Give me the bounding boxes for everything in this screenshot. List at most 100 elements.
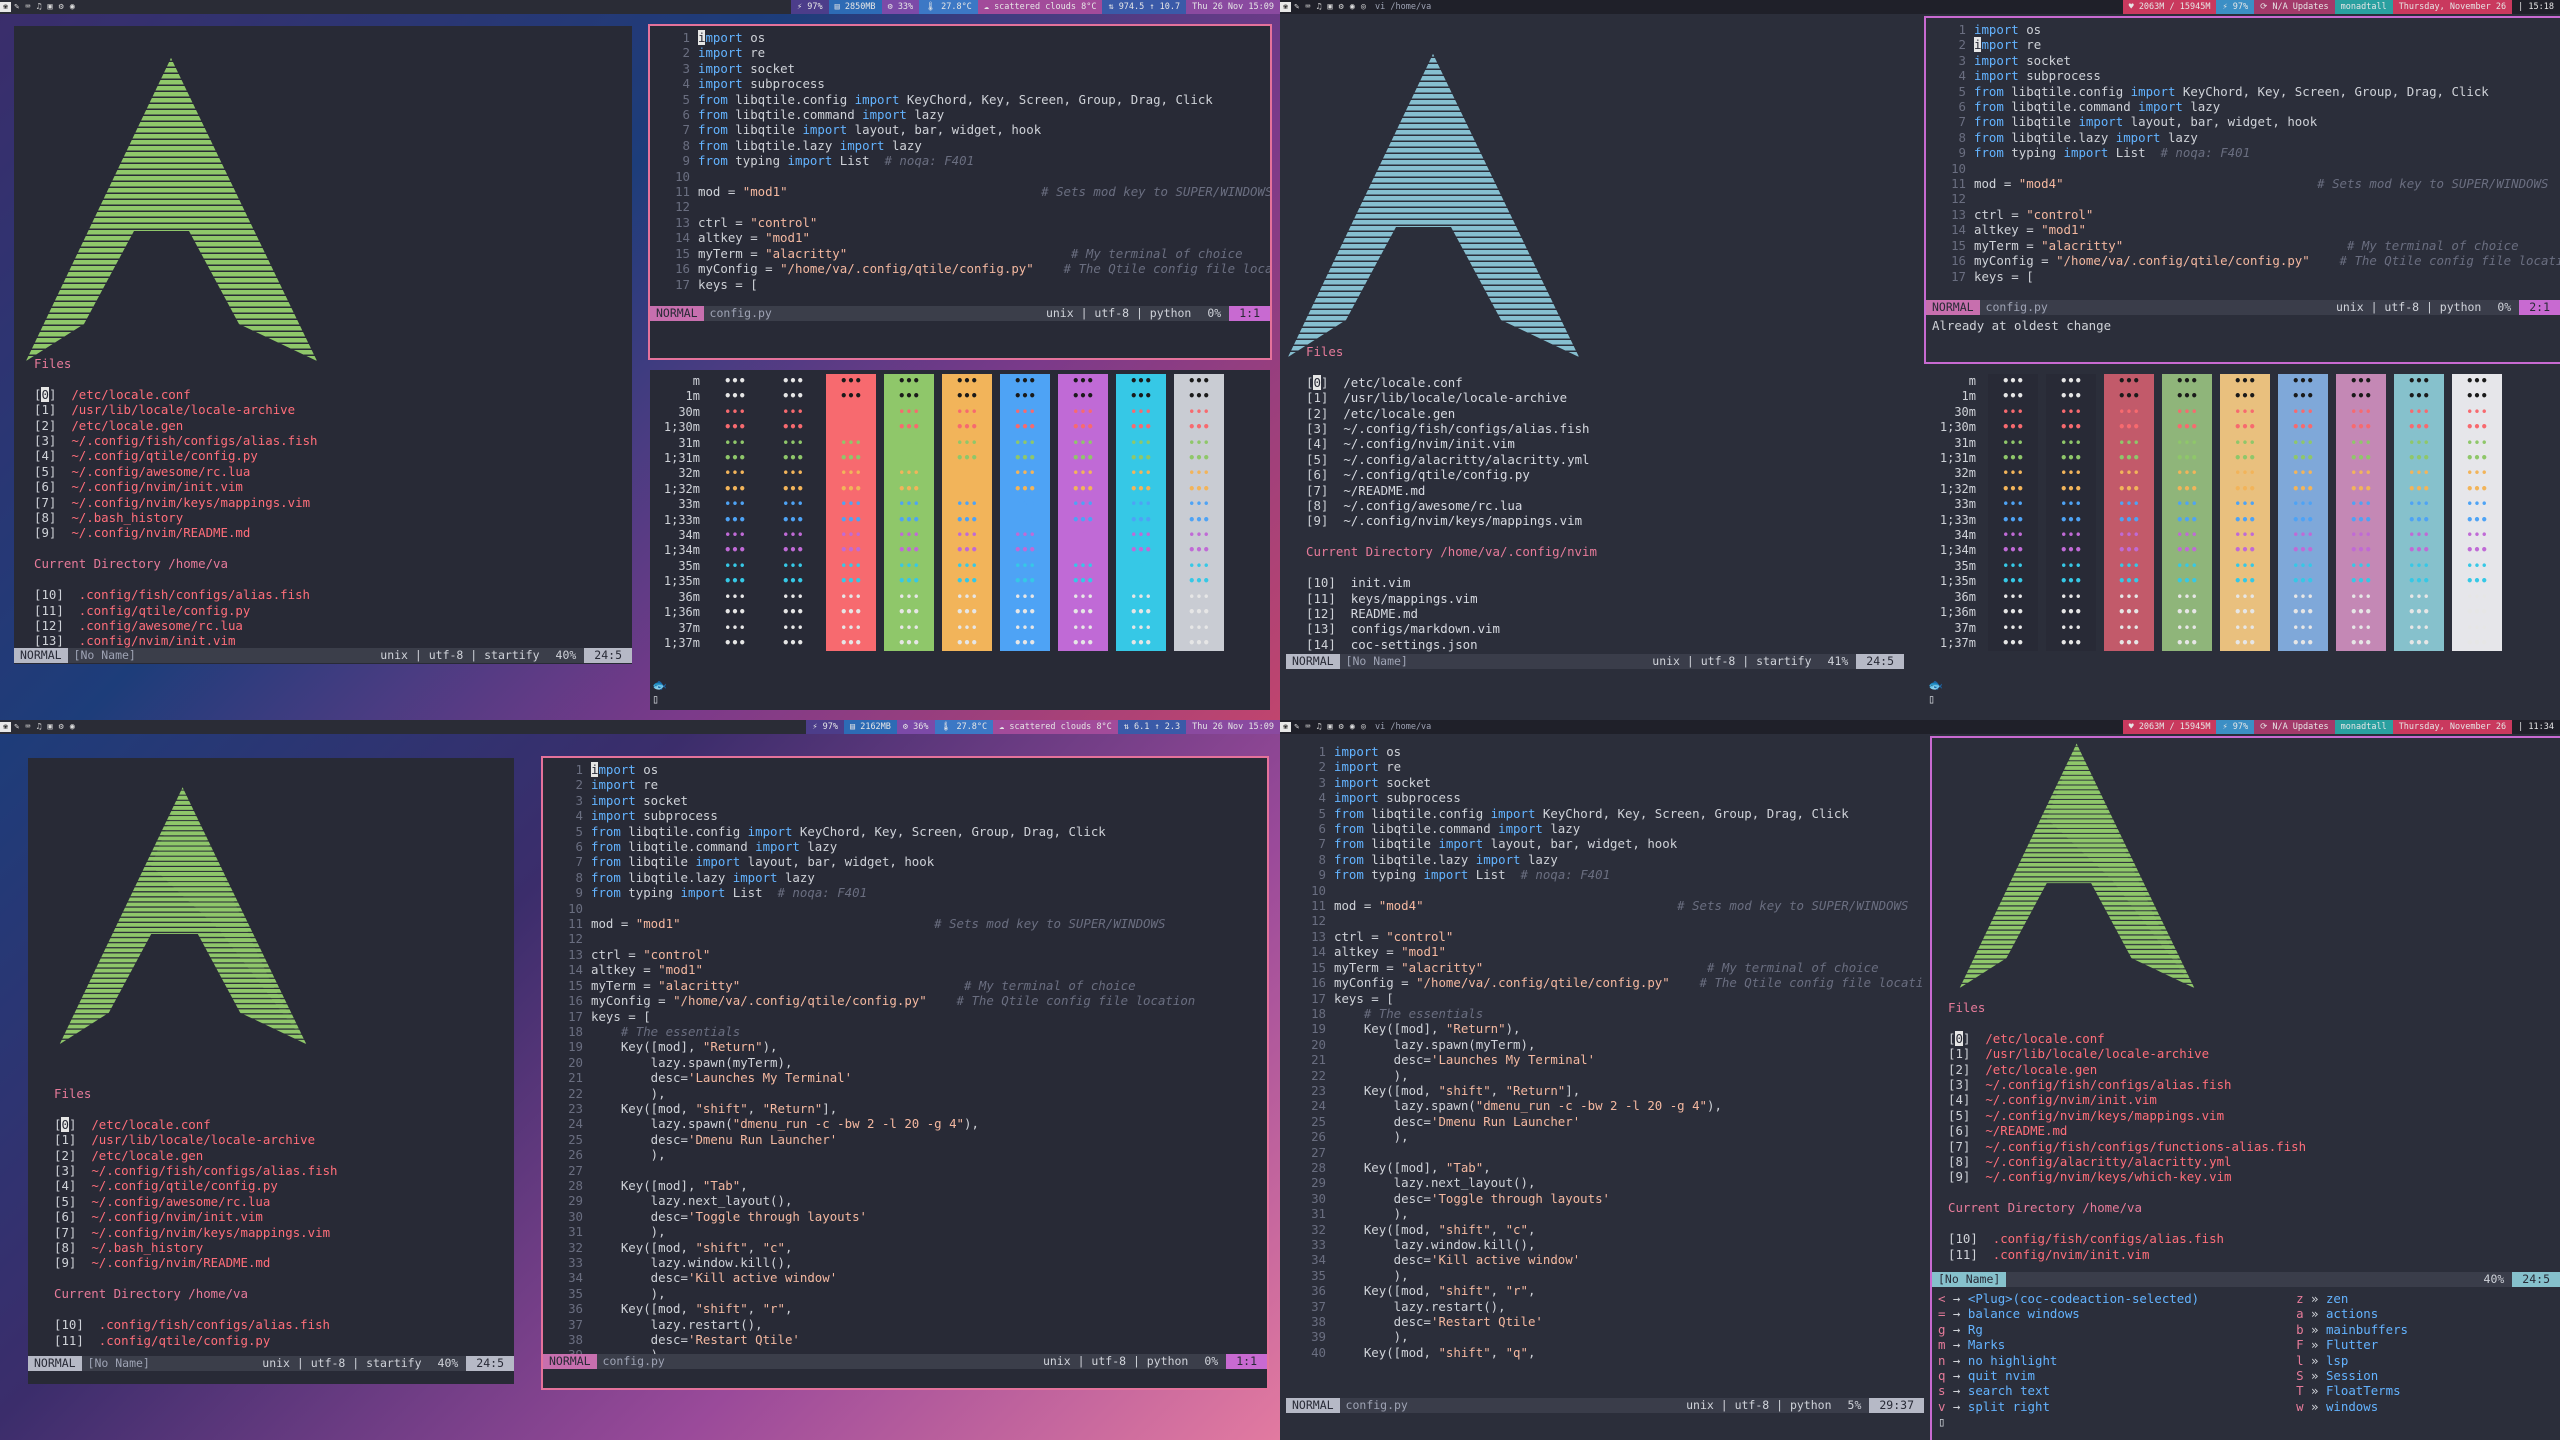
startify-entry-path[interactable]: .config/qtile/config.py [79,603,251,618]
group-7[interactable]: ◉ [1347,722,1358,732]
startify-entry-path[interactable]: configs/markdown.vim [1351,621,1500,636]
which-key-entry[interactable]: q → quit nvim [1938,1368,2035,1383]
startify-entry[interactable]: [6] [34,479,56,494]
startify-entry[interactable]: [5] [1306,452,1328,467]
startify-entry[interactable]: [3] [1306,421,1328,436]
which-key-entry[interactable]: T » FloatTerms [2296,1383,2400,1398]
group-5[interactable]: ▣ [45,722,56,732]
which-key-entry[interactable]: < → <Plug>(coc-codeaction-selected) [1938,1291,2199,1306]
nvim-config-py-window[interactable]: 1 import os 2 import re 3 import socket 4 im… [648,24,1272,360]
which-key-entry[interactable]: s → search text [1938,1383,2050,1398]
nvim-startify-whichkey-window[interactable]: Files [0] /etc/locale.conf [1] /usr/lib/… [1930,736,2560,1440]
startify-entry[interactable]: [11] [1948,1247,1978,1262]
group-1[interactable]: ❀ [0,722,12,732]
startify-entry-path[interactable]: /etc/locale.gen [71,418,183,433]
startify-entry[interactable]: [3] [1948,1077,1970,1092]
startify-entry[interactable]: [1] [1306,390,1328,405]
startify-entry[interactable]: [10] [54,1317,84,1332]
startify-entry-path[interactable]: ~/.config/fish/configs/alias.fish [1985,1077,2231,1092]
startify-entry-path[interactable]: ~/.config/qtile/config.py [91,1178,278,1193]
startify-entry[interactable]: [11] [1306,591,1336,606]
startify-entry[interactable]: [0] [1948,1030,1970,1046]
startify-entry-path[interactable]: ~/.config/fish/configs/alias.fish [91,1163,337,1178]
startify-entry[interactable]: [5] [34,464,56,479]
startify-entry[interactable]: [6] [54,1209,76,1224]
startify-entry-path[interactable]: ~/.bash_history [91,1240,203,1255]
which-key-entry[interactable]: l » lsp [2296,1353,2348,1368]
group-5[interactable]: ▣ [45,2,56,12]
nvim-config-py-window[interactable]: 1 import os 2 import re 3 import socket 4 im… [1924,16,2560,364]
group-3[interactable]: ⌨ [22,2,33,12]
group-5[interactable]: ▣ [1325,722,1336,732]
startify-entry-path[interactable]: /usr/lib/locale/locale-archive [1985,1046,2209,1061]
startify-entry-path[interactable]: .config/fish/configs/alias.fish [1993,1231,2224,1246]
startify-entry-path[interactable]: .config/fish/configs/alias.fish [79,587,310,602]
startify-entry-path[interactable]: ~/.config/nvim/keys/which-key.vim [1985,1169,2231,1184]
startify-entry[interactable]: [4] [1948,1092,1970,1107]
startify-entry-path[interactable]: keys/mappings.vim [1351,591,1478,606]
group-6[interactable]: ⚙ [56,722,67,732]
startify-entry-path[interactable]: ~/.config/alacritty/alacritty.yml [1343,452,1589,467]
which-key-entry[interactable]: S » Session [2296,1368,2378,1383]
startify-entry[interactable]: [9] [54,1255,76,1270]
startify-entry[interactable]: [10] [34,587,64,602]
startify-entry-path[interactable]: /etc/locale.conf [1985,1031,2104,1046]
startify-entry-path[interactable]: ~/.config/nvim/README.md [91,1255,270,1270]
startify-entry[interactable]: [8] [34,510,56,525]
startify-entry-path[interactable]: ~/.config/nvim/README.md [71,525,250,540]
startify-entry-path[interactable]: /usr/lib/locale/locale-archive [1343,390,1567,405]
startify-entry[interactable]: [4] [34,448,56,463]
startify-entry-path[interactable]: ~/.config/alacritty/alacritty.yml [1985,1154,2231,1169]
startify-entry-path[interactable]: /etc/locale.conf [91,1117,210,1132]
startify-entry-path[interactable]: /usr/lib/locale/locale-archive [71,402,295,417]
startify-entry-path[interactable]: ~/.config/fish/configs/alias.fish [71,433,317,448]
group-8[interactable]: ◎ [1358,722,1369,732]
startify-entry-path[interactable]: ~/.config/qtile/config.py [1343,467,1530,482]
startify-entry-path[interactable]: /etc/locale.conf [1343,375,1462,390]
startify-entry-path[interactable]: ~/.config/nvim/keys/mappings.vim [71,495,310,510]
startify-entry[interactable]: [11] [54,1333,84,1348]
startify-entry[interactable]: [3] [34,433,56,448]
startify-entry-path[interactable]: ~/.config/nvim/keys/mappings.vim [1343,513,1582,528]
startify-entry-path[interactable]: /etc/locale.conf [71,387,190,402]
startify-entry-path[interactable]: ~/.config/awesome/rc.lua [91,1194,270,1209]
group-5[interactable]: ▣ [1325,2,1336,12]
startify-entry[interactable]: [3] [54,1163,76,1178]
startify-entry[interactable]: [9] [1306,513,1328,528]
group-1[interactable]: ❀ [1280,2,1292,12]
startify-entry-path[interactable]: /etc/locale.gen [1343,406,1455,421]
startify-entry[interactable]: [8] [1948,1154,1970,1169]
startify-entry-path[interactable]: ~/.config/nvim/keys/mappings.vim [91,1225,330,1240]
group-3[interactable]: ⌨ [1302,2,1313,12]
group-7[interactable]: ◉ [1347,2,1358,12]
startify-entry[interactable]: [0] [34,386,56,402]
startify-entry[interactable]: [5] [54,1194,76,1209]
startify-entry-path[interactable]: .config/fish/configs/alias.fish [99,1317,330,1332]
group-1[interactable]: ❀ [0,2,12,12]
startify-entry-path[interactable]: ~/.config/fish/configs/functions-alias.f… [1985,1139,2306,1154]
startify-entry[interactable]: [13] [34,633,64,648]
nvim-startify-window[interactable]: Files [0] /etc/locale.conf [1] /usr/lib/… [28,758,514,1384]
startify-entry[interactable]: [11] [34,603,64,618]
group-3[interactable]: ⌨ [1302,722,1313,732]
nvim-startify-window[interactable]: Files [0] /etc/locale.conf [1] /usr/lib/… [14,26,632,664]
startify-entry[interactable]: [9] [1948,1169,1970,1184]
group-8[interactable]: ◎ [1358,2,1369,12]
startify-entry-path[interactable]: ~/.config/awesome/rc.lua [1343,498,1522,513]
startify-entry-path[interactable]: README.md [1351,606,1418,621]
startify-entry[interactable]: [8] [1306,498,1328,513]
startify-entry-path[interactable]: coc-settings.json [1351,637,1478,652]
which-key-entry[interactable]: v → split right [1938,1399,2050,1414]
startify-entry[interactable]: [6] [1948,1123,1970,1138]
group-6[interactable]: ⚙ [1336,2,1347,12]
startify-entry[interactable]: [2] [54,1148,76,1163]
startify-entry-path[interactable]: ~/.config/nvim/keys/mappings.vim [1985,1108,2224,1123]
group-6[interactable]: ⚙ [56,2,67,12]
nvim-config-py-window[interactable]: 1 import os 2 import re 3 import socket 4 im… [1286,740,1924,1430]
group-2[interactable]: ✎ [11,2,22,12]
startify-entry[interactable]: [0] [1306,374,1328,390]
nvim-config-py-window[interactable]: 1 import os 2 import re 3 import socket 4 im… [541,756,1269,1390]
startify-entry[interactable]: [9] [34,525,56,540]
group-4[interactable]: ♫ [1313,2,1324,12]
startify-entry[interactable]: [2] [1306,406,1328,421]
